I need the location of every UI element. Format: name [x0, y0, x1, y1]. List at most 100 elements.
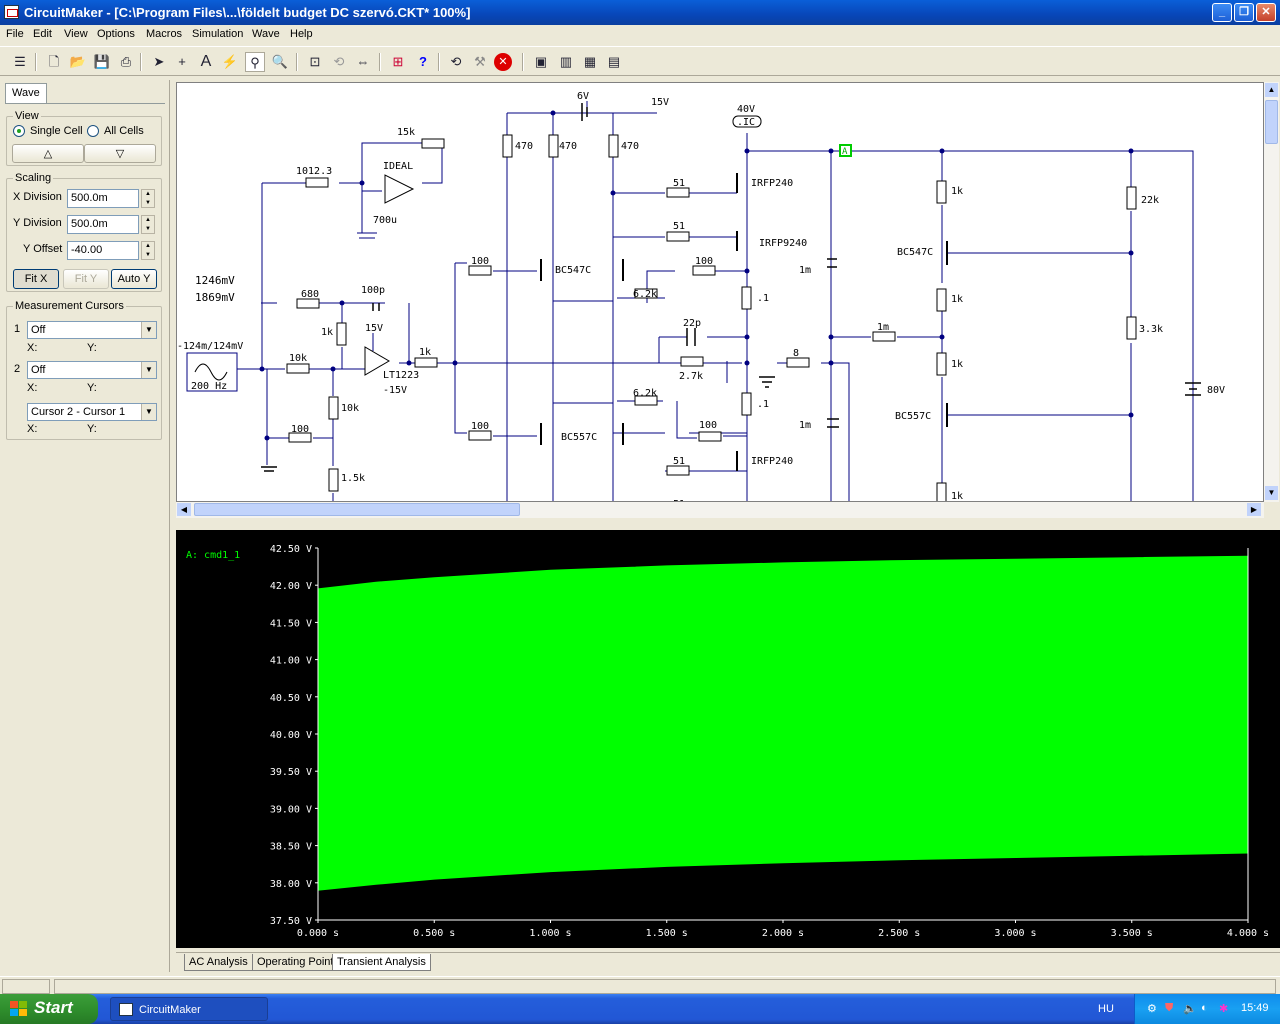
schematic-vertical-scrollbar[interactable]: ▲ ▼: [1264, 82, 1279, 502]
all-cells-radio[interactable]: [87, 125, 99, 137]
network-icon[interactable]: ⚙: [1147, 1002, 1157, 1015]
text-icon[interactable]: A: [196, 52, 216, 72]
mirror-icon[interactable]: ⇔: [353, 52, 373, 72]
language-indicator[interactable]: HU: [1098, 1003, 1114, 1015]
label-22p: 22p: [683, 318, 701, 329]
cell-down-button[interactable]: ▽: [84, 144, 156, 163]
save-icon[interactable]: 💾: [92, 52, 112, 72]
menu-options[interactable]: Options: [97, 28, 135, 40]
single-cell-radio[interactable]: [13, 125, 25, 137]
cursor-1-x: X:: [27, 342, 38, 354]
y-offset-label: Y Offset: [23, 243, 63, 255]
display-icon[interactable]: ◐: [1201, 1002, 1208, 1014]
close-button[interactable]: ✕: [1256, 3, 1276, 22]
x-division-spinner[interactable]: ▲ ▼: [141, 189, 155, 208]
label-470-c: 470: [621, 141, 639, 152]
y-tick-label: 41.50 V: [270, 618, 312, 629]
label-irfp240-a: IRFP240: [751, 178, 793, 189]
probe-icon[interactable]: ⚡: [220, 52, 240, 72]
y-division-input[interactable]: 500.0m: [67, 215, 139, 234]
label-lt1223: LT1223: [383, 370, 419, 381]
volume-icon[interactable]: 🔈: [1183, 1002, 1197, 1015]
menu-view[interactable]: View: [64, 28, 88, 40]
waveform-display[interactable]: A: cmd1_1 42.50 V 42.00 V 41.50 V 41.00 V 40…: [176, 530, 1280, 948]
label-470-b: 470: [559, 141, 577, 152]
analysis-4-icon[interactable]: ▤: [604, 52, 624, 72]
stop-icon[interactable]: ✕: [494, 53, 512, 71]
tab-transient-analysis[interactable]: Transient Analysis: [332, 954, 431, 971]
security-shield-icon[interactable]: ⛊: [1165, 1002, 1173, 1015]
fit-y-button[interactable]: Fit Y: [63, 269, 109, 289]
menu-wave[interactable]: Wave: [252, 28, 280, 40]
print-icon[interactable]: ⎙: [116, 52, 136, 72]
y-tick-label: 39.50 V: [270, 767, 312, 778]
y-offset-input[interactable]: -40.00: [67, 241, 139, 260]
x-division-input[interactable]: 500.0m: [67, 189, 139, 208]
minimize-button[interactable]: _: [1212, 3, 1232, 22]
y-tick-label: 40.50 V: [270, 693, 312, 704]
bluetooth-icon[interactable]: ✱: [1219, 1002, 1228, 1015]
analysis-1-icon[interactable]: ▣: [531, 52, 551, 72]
label-1869mv: 1869mV: [195, 291, 235, 304]
arrow-icon[interactable]: ➤: [149, 52, 169, 72]
search-icon[interactable]: 🔍: [270, 52, 290, 72]
menu-edit[interactable]: Edit: [33, 28, 52, 40]
y-offset-spinner[interactable]: ▲ ▼: [141, 241, 155, 260]
schematic-horizontal-scrollbar[interactable]: ◀ ▶: [176, 502, 1264, 518]
menu-simulation[interactable]: Simulation: [192, 28, 243, 40]
y-tick-label: 42.50 V: [270, 544, 312, 555]
label-51-b: 51: [673, 221, 685, 232]
fit-x-button[interactable]: Fit X: [13, 269, 59, 289]
label-100-c: 100: [695, 256, 713, 267]
netlist-icon[interactable]: ⊞: [388, 52, 408, 72]
analysis-2-icon[interactable]: ▥: [556, 52, 576, 72]
undo-icon[interactable]: ⟲: [446, 52, 466, 72]
label-1m-a: 1m: [799, 265, 811, 276]
taskbar-item-circuitmaker[interactable]: CircuitMaker: [110, 997, 268, 1021]
trace-label: A: cmd1_1: [186, 550, 240, 561]
chevron-down-icon: ▼: [141, 404, 156, 420]
wire-icon[interactable]: +: [172, 52, 192, 72]
chevron-down-icon: ▼: [141, 362, 156, 378]
menu-help[interactable]: Help: [290, 28, 313, 40]
cell-up-button[interactable]: △: [12, 144, 84, 163]
new-file-icon[interactable]: 🗋: [44, 52, 64, 72]
label-8: 8: [793, 348, 799, 359]
app-icon[interactable]: [4, 5, 19, 19]
schematic-canvas[interactable]: 1012.3 IDEAL 15k 700u 1246mV 1869mV 680 …: [176, 82, 1264, 502]
tools-icon[interactable]: ⚒: [470, 52, 490, 72]
waveform-chart[interactable]: A: cmd1_1 42.50 V 42.00 V 41.50 V 41.00 V 40…: [176, 530, 1280, 948]
cursor-diff-select[interactable]: Cursor 2 - Cursor 1 ▼: [27, 403, 157, 421]
cursor-2-value: Off: [31, 364, 46, 376]
cursor-1-select[interactable]: Off ▼: [27, 321, 157, 339]
label-470-a: 470: [515, 141, 533, 152]
y-tick-label: 39.00 V: [270, 804, 312, 815]
window-title: CircuitMaker - [C:\Program Files\...\föl…: [24, 5, 471, 20]
cursor-2-select[interactable]: Off ▼: [27, 361, 157, 379]
menu-file[interactable]: File: [6, 28, 24, 40]
analysis-3-icon[interactable]: ▦: [580, 52, 600, 72]
auto-y-button[interactable]: Auto Y: [111, 269, 157, 289]
single-cell-label: Single Cell: [30, 125, 83, 137]
y-division-spinner[interactable]: ▲ ▼: [141, 215, 155, 234]
tab-ac-analysis[interactable]: AC Analysis: [184, 954, 253, 971]
restore-button[interactable]: ❐: [1234, 3, 1254, 22]
cursor-diff-x: X:: [27, 423, 38, 435]
label-irfp9240: IRFP9240: [759, 238, 807, 249]
tab-wave[interactable]: Wave: [5, 83, 47, 104]
label-100-d: 100: [699, 420, 717, 431]
rotate-icon[interactable]: ⟲: [329, 52, 349, 72]
setup-icon[interactable]: ☰: [10, 52, 30, 72]
help-icon[interactable]: ?: [413, 52, 433, 72]
y-division-label: Y Division: [13, 217, 62, 229]
menu-macros[interactable]: Macros: [146, 28, 182, 40]
open-folder-icon[interactable]: 📂: [68, 52, 88, 72]
start-button[interactable]: Start: [0, 994, 98, 1024]
x-tick-label: 3.500 s: [1111, 928, 1153, 939]
schematic-drawing[interactable]: 1012.3 IDEAL 15k 700u 1246mV 1869mV 680 …: [177, 83, 1264, 502]
zoom-tool-icon[interactable]: ⚲: [245, 52, 265, 72]
label-1k-f: 1k: [951, 491, 963, 502]
toolbar: ☰ 🗋 📂 💾 ⎙ ➤ + A ⚡ ⚲ 🔍 ⊡ ⟲ ⇔ ⊞ ? ⟲ ⚒ ✕ ▣ …: [0, 46, 1280, 76]
tab-operating-point[interactable]: Operating Point: [252, 954, 339, 971]
zoom-window-icon[interactable]: ⊡: [305, 52, 325, 72]
